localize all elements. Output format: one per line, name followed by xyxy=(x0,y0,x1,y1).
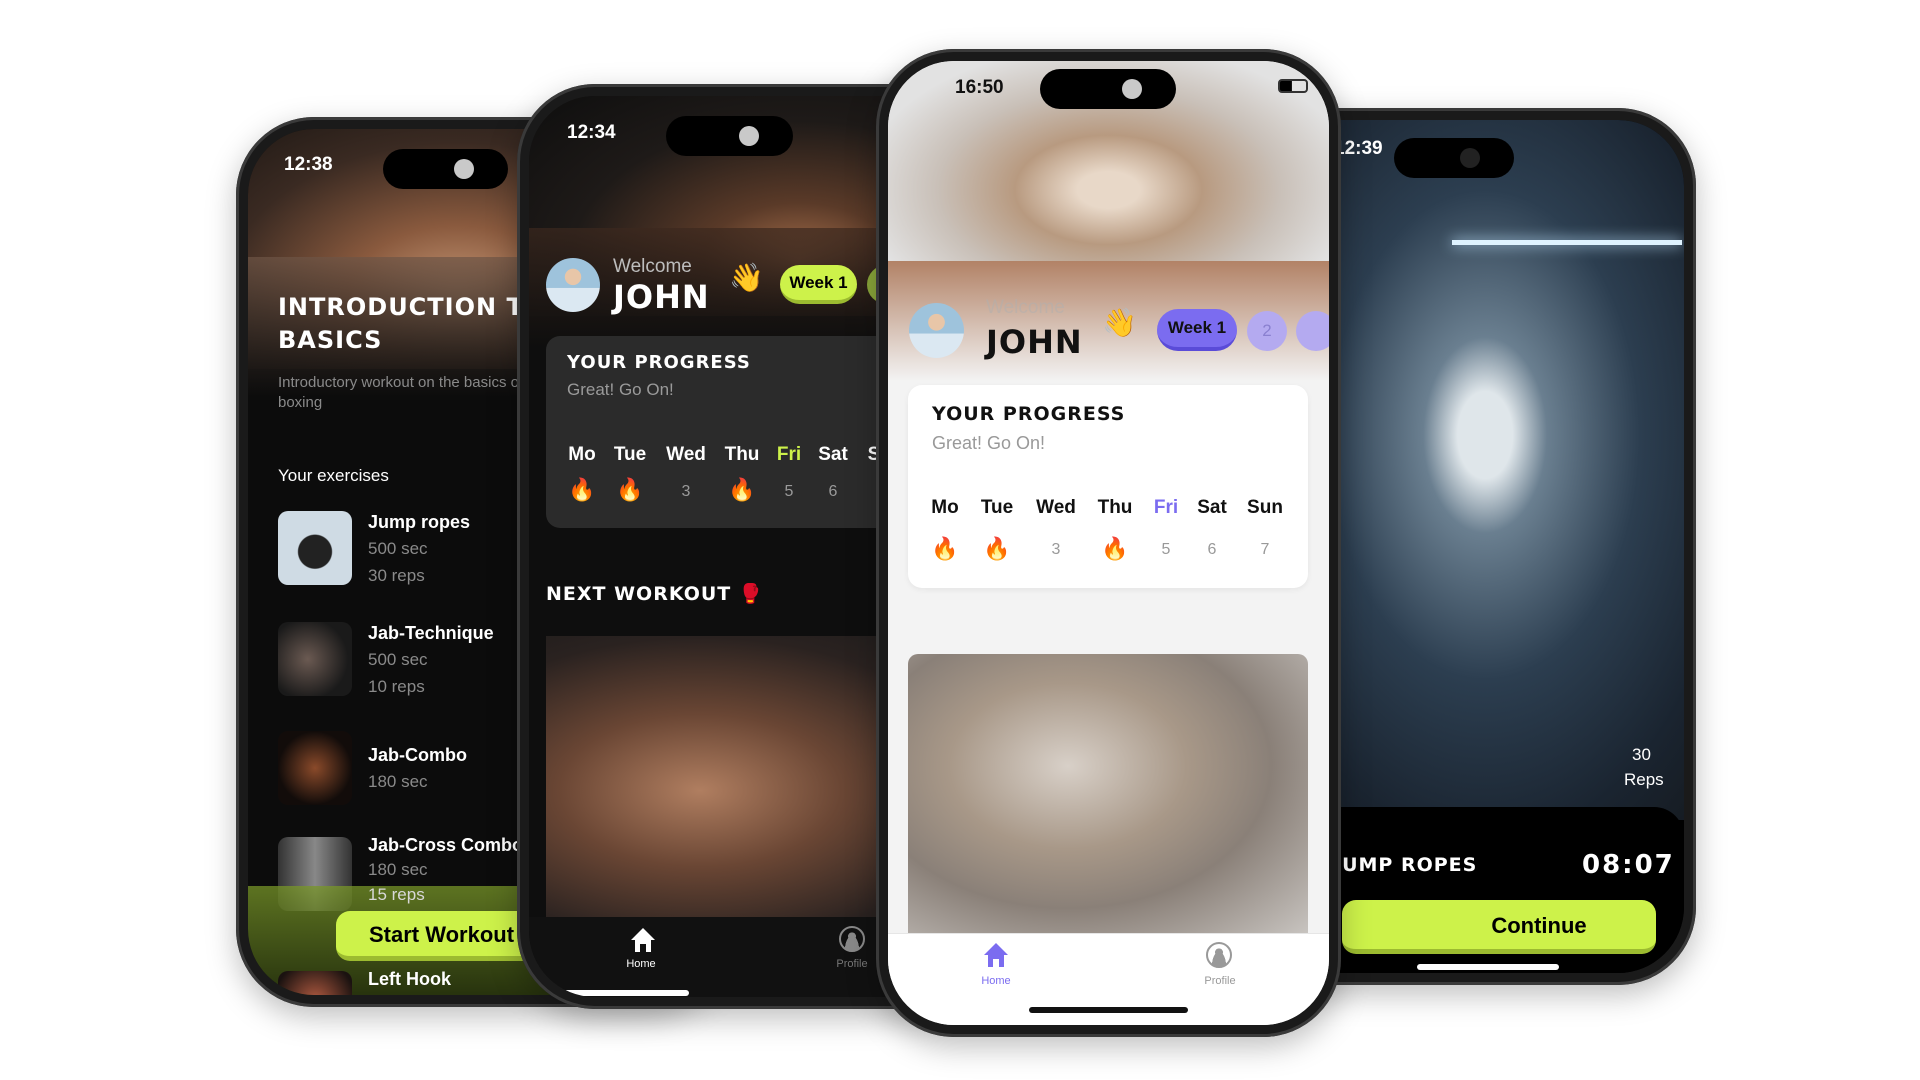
day-number: 6 xyxy=(1207,541,1217,558)
progress-title: YOUR PROGRESS xyxy=(932,403,1126,425)
next-workout-title: NEXT WORKOUT 🥊 xyxy=(546,582,764,605)
boxing-glove-icon: 🥊 xyxy=(738,583,764,605)
progress-subtitle: Great! Go On! xyxy=(932,433,1046,453)
home-indicator xyxy=(539,990,689,996)
light-bar xyxy=(1452,240,1682,245)
day-number: 5 xyxy=(1161,541,1171,558)
dynamic-island xyxy=(666,116,793,156)
battery-icon xyxy=(1278,79,1308,93)
fire-icon: 🔥 xyxy=(983,536,1011,561)
jab-technique-thumbnail xyxy=(278,622,352,696)
exercise-name: JUMP ROPES xyxy=(1334,854,1478,876)
fire-icon: 🔥 xyxy=(728,477,756,502)
user-name: JOHN xyxy=(613,278,710,316)
nav-home-label[interactable]: Home xyxy=(981,975,1010,987)
day-label-today: Fri xyxy=(1153,497,1179,518)
week-2-pill[interactable]: 2 xyxy=(1247,311,1287,351)
profile-icon[interactable] xyxy=(1206,942,1232,968)
week-3-pill[interactable] xyxy=(1296,311,1329,351)
day-label: Mo xyxy=(931,497,959,518)
home-icon[interactable] xyxy=(982,941,1010,969)
avatar[interactable] xyxy=(909,303,964,358)
nav-profile-label[interactable]: Profile xyxy=(1204,975,1235,987)
next-workout-label: NEXT WORKOUT xyxy=(546,583,732,605)
progress-subtitle: Great! Go On! xyxy=(567,380,674,399)
dynamic-island xyxy=(383,149,508,189)
phone-home-light: 16:50 Welcome JOHN 👋 Week 1 2 YOUR PROGR… xyxy=(876,49,1341,1037)
day-number: 3 xyxy=(681,483,691,500)
dynamic-island xyxy=(1040,69,1176,109)
welcome-label: Welcome xyxy=(986,297,1065,318)
week-1-pill[interactable]: Week 1 xyxy=(1157,309,1237,351)
section-label: Your exercises xyxy=(278,466,389,485)
day-label: Sun xyxy=(1247,497,1283,518)
avatar[interactable] xyxy=(546,258,600,312)
day-label: Thu xyxy=(724,444,760,465)
day-number: 3 xyxy=(1051,541,1061,558)
home-indicator xyxy=(1417,964,1559,970)
status-time: 12:39 xyxy=(1334,138,1383,159)
status-time: 12:38 xyxy=(284,154,333,175)
day-label: Wed xyxy=(1036,497,1076,518)
day-label: Sat xyxy=(1197,497,1227,518)
next-workout-image[interactable] xyxy=(908,654,1308,934)
jab-combo-thumbnail xyxy=(278,731,352,805)
jab-cross-reps: 15 reps xyxy=(368,885,425,904)
nav-home-label[interactable]: Home xyxy=(626,958,655,970)
timer: 08:07 xyxy=(1582,850,1675,880)
day-label: Tue xyxy=(613,444,647,465)
fire-icon: 🔥 xyxy=(931,536,959,561)
jump-rope-thumbnail xyxy=(278,511,352,585)
fire-icon: 🔥 xyxy=(568,477,596,502)
left-hook-thumbnail xyxy=(278,971,352,995)
reps-count: 30 xyxy=(1632,745,1651,764)
profile-icon[interactable] xyxy=(839,926,865,952)
day-label: Thu xyxy=(1097,497,1133,518)
day-number: 6 xyxy=(828,483,838,500)
status-time: 16:50 xyxy=(955,77,1004,98)
day-number: 5 xyxy=(784,483,794,500)
welcome-label: Welcome xyxy=(613,256,692,277)
reps-label: Reps xyxy=(1624,770,1664,789)
day-label: Tue xyxy=(980,497,1014,518)
day-label: Mo xyxy=(568,444,596,465)
status-time: 12:34 xyxy=(567,122,616,143)
home-icon[interactable] xyxy=(629,926,657,954)
day-label: Wed xyxy=(666,444,706,465)
day-number: 7 xyxy=(1260,541,1270,558)
progress-title: YOUR PROGRESS xyxy=(567,352,751,373)
fire-icon: 🔥 xyxy=(616,477,644,502)
wave-icon: 👋 xyxy=(1102,307,1137,338)
continue-button[interactable]: Continue xyxy=(1342,900,1656,954)
nav-profile-label[interactable]: Profile xyxy=(836,958,867,970)
fire-icon: 🔥 xyxy=(1101,536,1129,561)
home-indicator xyxy=(1029,1007,1188,1013)
wave-icon: 👋 xyxy=(729,262,764,293)
workout-description: Introductory workout on the basics of bo… xyxy=(278,374,524,411)
day-label: Sat xyxy=(818,444,848,465)
user-name: JOHN xyxy=(986,323,1083,361)
day-label-today: Fri xyxy=(776,444,802,465)
week-1-pill[interactable]: Week 1 xyxy=(780,265,857,304)
dynamic-island xyxy=(1394,138,1514,178)
